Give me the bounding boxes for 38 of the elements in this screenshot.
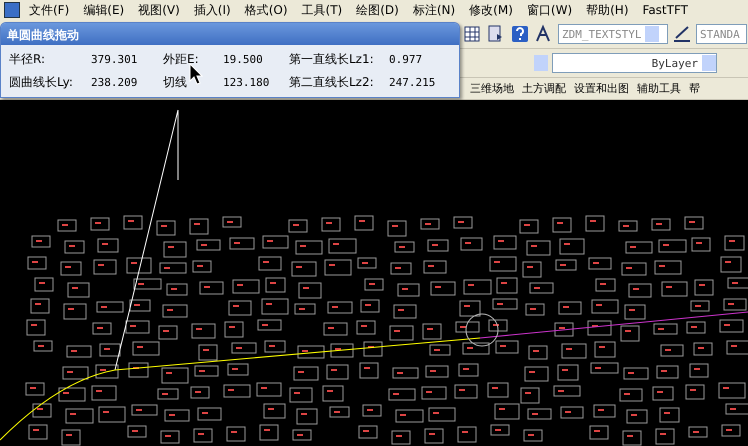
menu-item[interactable]: 绘图(D) (351, 2, 404, 18)
ribbon-menu-item[interactable]: 辅助工具 (637, 81, 681, 96)
popup-title: 单圆曲线拖动 (1, 23, 459, 45)
linetype-dropdown[interactable]: ByLayer (552, 53, 717, 73)
field-value: 123.180 (223, 76, 270, 89)
field-label: 第一直线长Lz1: (289, 51, 374, 68)
ribbon-menu-item[interactable]: 土方调配 (522, 81, 566, 96)
menu-item[interactable]: 工具(T) (296, 2, 348, 18)
ribbon-menu-item[interactable]: 帮 (689, 81, 700, 96)
menu-item[interactable]: 格式(O) (240, 2, 293, 18)
dimension-style-dropdown[interactable]: STANDA (696, 24, 747, 44)
help-icon[interactable] (510, 24, 530, 44)
menu-item[interactable]: 文件(F) (24, 2, 74, 18)
ribbon-menu-item[interactable]: 设置和出图 (574, 81, 629, 96)
field-value: 247.215 (389, 76, 436, 89)
menu-item[interactable]: 帮助(H) (581, 2, 634, 18)
field-label: 半径R: (9, 51, 46, 68)
dimension-style-icon[interactable] (672, 24, 692, 44)
field-label: 切线 (163, 74, 187, 91)
mouse-cursor-icon (189, 63, 203, 85)
text-style-dropdown[interactable]: ZDM_TEXTSTYL (558, 24, 668, 44)
ribbon-menu-item[interactable]: 三维场地 (470, 81, 514, 96)
app-logo-icon[interactable] (4, 2, 20, 18)
menu-item[interactable]: 编辑(E) (78, 2, 130, 18)
menu-item[interactable]: 标注(N) (408, 2, 460, 18)
grid-icon[interactable] (462, 24, 482, 44)
menu-item[interactable]: 窗口(W) (522, 2, 578, 18)
menu-item[interactable]: FastTFT (638, 3, 693, 17)
field-value: 19.500 (223, 53, 264, 66)
field-value: 238.209 (91, 76, 138, 89)
field-value: 379.301 (91, 53, 138, 66)
menu-item[interactable]: 修改(M) (464, 2, 518, 18)
field-value: 0.977 (389, 53, 424, 66)
field-label: 圆曲线长Ly: (9, 74, 73, 91)
field-label: 第二直线长Lz2: (289, 74, 374, 91)
field-label: 外距E: (163, 51, 199, 68)
menu-item[interactable]: 插入(I) (188, 2, 236, 18)
menu-item[interactable]: 视图(V) (133, 2, 185, 18)
